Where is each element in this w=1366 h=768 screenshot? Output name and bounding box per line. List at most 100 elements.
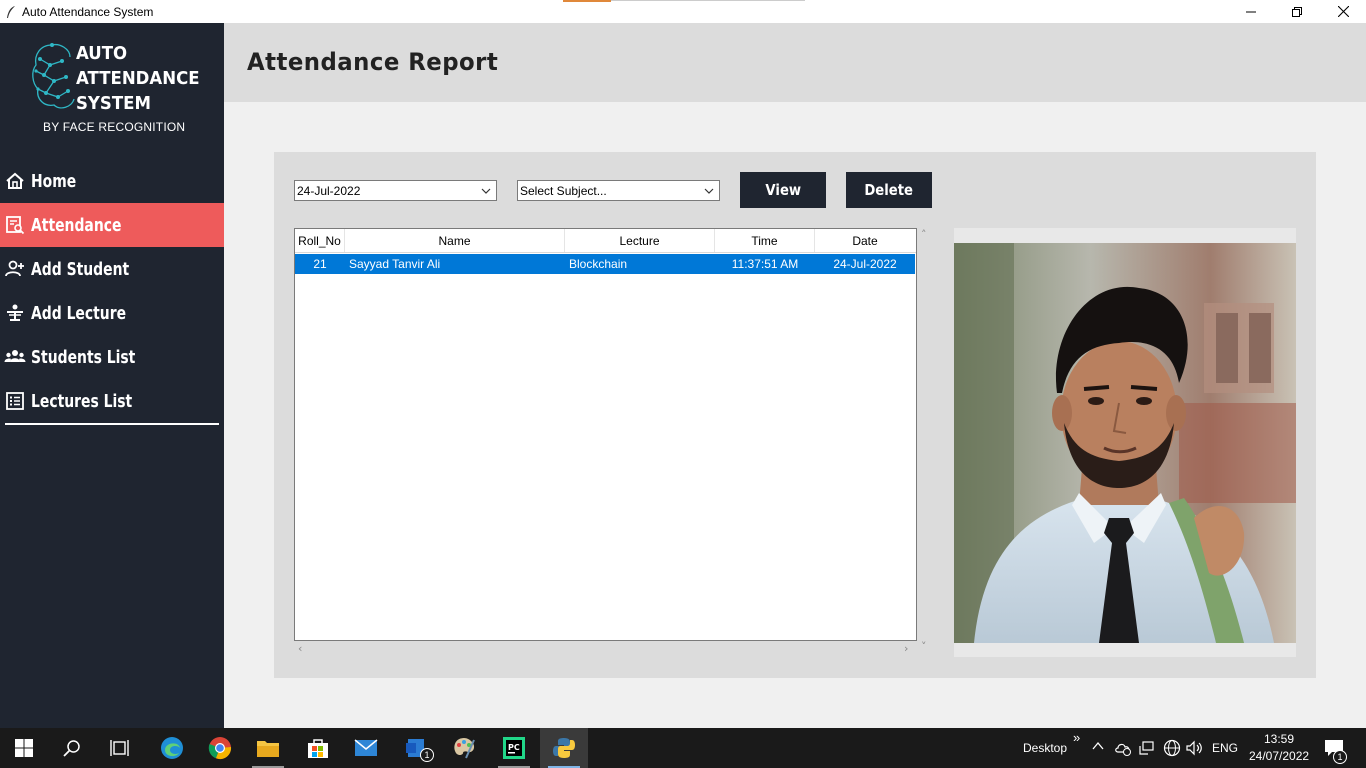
brain-network-icon <box>32 43 75 109</box>
close-button[interactable] <box>1320 0 1366 23</box>
sidebar-item-lectures-list[interactable]: Lectures List <box>0 379 224 423</box>
cell-time: 11:37:51 AM <box>731 257 799 271</box>
task-view-button[interactable] <box>96 728 144 768</box>
delete-button-label: Delete <box>864 181 914 199</box>
sidebar-item-label: Students List <box>31 346 136 368</box>
toolbar-overflow-icon[interactable]: » <box>1073 730 1080 745</box>
app-logo: AUTO ATTENDANCE SYSTEM BY FACE RECOGNITI… <box>28 39 200 135</box>
start-button[interactable] <box>0 728 48 768</box>
lecture-icon <box>4 302 26 324</box>
date-select[interactable]: 24-Jul-2022 <box>294 180 497 201</box>
sidebar-nav: Home Attendance Add Student Add Lecture … <box>0 159 224 423</box>
volume-icon[interactable] <box>1186 740 1204 759</box>
table-row[interactable]: 21 Sayyad Tanvir Ali Blockchain 11:37:51… <box>295 254 915 274</box>
taskbar-app-office[interactable]: 1 <box>392 728 440 768</box>
sidebar-item-label: Add Lecture <box>31 302 127 324</box>
taskbar-app-file-explorer[interactable] <box>244 728 292 768</box>
minimize-button[interactable] <box>1228 0 1274 23</box>
group-icon <box>4 346 26 368</box>
scroll-left-icon[interactable]: ‹ <box>298 642 302 655</box>
add-user-icon <box>4 258 26 280</box>
restore-icon <box>1292 6 1302 17</box>
logo-line-3: SYSTEM <box>76 93 151 114</box>
scroll-right-icon[interactable]: › <box>904 642 908 655</box>
sidebar-item-label: Add Student <box>31 258 130 280</box>
network-wired-icon[interactable] <box>1139 740 1155 759</box>
sidebar-item-add-student[interactable]: Add Student <box>0 247 224 291</box>
clock-date[interactable]: 24/07/2022 <box>1249 749 1309 763</box>
sidebar-item-label: Home <box>31 170 77 192</box>
cell-date: 24-Jul-2022 <box>833 257 897 271</box>
close-icon <box>1337 6 1349 17</box>
titlebar-accent-line <box>611 0 805 1</box>
sidebar-item-add-lecture[interactable]: Add Lecture <box>0 291 224 335</box>
taskbar-app-python[interactable] <box>540 728 588 768</box>
palette-icon <box>454 738 475 759</box>
delete-button[interactable]: Delete <box>846 172 932 208</box>
input-language-indicator[interactable]: ENG <box>1212 741 1238 755</box>
cell-lecture: Blockchain <box>569 257 628 271</box>
search-icon <box>63 740 80 757</box>
view-button[interactable]: View <box>740 172 826 208</box>
student-photo <box>954 243 1296 643</box>
report-search-icon <box>4 214 26 236</box>
title-bar: Auto Attendance System <box>0 0 1366 23</box>
scroll-up-icon[interactable]: ˄ <box>921 228 927 241</box>
globe-network-icon[interactable] <box>1163 739 1181 760</box>
search-button[interactable] <box>48 728 96 768</box>
column-header-lecture[interactable]: Lecture <box>565 229 715 252</box>
taskbar: 1 PC Desktop » ENG 13:59 24/07/2022 1 <box>0 728 1366 768</box>
desktop-toolbar-label[interactable]: Desktop <box>1023 741 1067 755</box>
minimize-icon <box>1246 11 1256 12</box>
taskbar-app-edge[interactable] <box>148 728 196 768</box>
chevron-down-icon <box>704 188 714 194</box>
column-header-time[interactable]: Time <box>715 229 815 252</box>
chrome-icon <box>208 737 232 760</box>
edge-icon <box>161 737 183 759</box>
sidebar-divider <box>5 423 219 425</box>
column-header-name[interactable]: Name <box>345 229 565 252</box>
sidebar-item-students-list[interactable]: Students List <box>0 335 224 379</box>
sidebar-item-home[interactable]: Home <box>0 159 224 203</box>
taskbar-app-mail[interactable] <box>342 728 390 768</box>
taskbar-app-pycharm[interactable]: PC <box>490 728 538 768</box>
taskbar-app-paint[interactable] <box>440 728 488 768</box>
scroll-down-icon[interactable]: ˅ <box>921 640 927 653</box>
page-header: Attendance Report <box>224 23 1366 102</box>
titlebar-accent <box>563 0 611 2</box>
column-header-date[interactable]: Date <box>815 229 915 252</box>
clock-time[interactable]: 13:59 <box>1264 732 1294 746</box>
sidebar-item-label: Lectures List <box>31 390 133 412</box>
sidebar: AUTO ATTENDANCE SYSTEM BY FACE RECOGNITI… <box>0 23 224 728</box>
restore-button[interactable] <box>1274 0 1320 23</box>
logo-subtitle: BY FACE RECOGNITION <box>43 120 186 134</box>
cell-name: Sayyad Tanvir Ali <box>349 257 441 271</box>
column-header-roll-no[interactable]: Roll_No <box>295 229 345 252</box>
logo-line-2: ATTENDANCE <box>76 68 200 89</box>
subject-select-value: Select Subject... <box>520 183 607 198</box>
student-photo-frame <box>954 228 1296 657</box>
cell-roll-no: 21 <box>313 257 327 271</box>
home-icon <box>4 170 26 192</box>
window-controls <box>1228 0 1366 23</box>
taskbar-app-chrome[interactable] <box>196 728 244 768</box>
sidebar-item-label: Attendance <box>31 214 122 236</box>
pycharm-icon: PC <box>503 737 525 759</box>
attendance-table[interactable]: Roll_No Name Lecture Time Date 21 Sayyad… <box>294 228 917 641</box>
onedrive-sync-icon[interactable] <box>1114 740 1132 759</box>
sidebar-item-attendance[interactable]: Attendance <box>0 203 224 247</box>
taskbar-app-store[interactable] <box>294 728 342 768</box>
vertical-scrollbar[interactable]: ˄ ˅ <box>917 228 934 658</box>
report-panel: 24-Jul-2022 Select Subject... View Delet… <box>274 152 1316 678</box>
notification-count-badge: 1 <box>1333 750 1347 764</box>
subject-select[interactable]: Select Subject... <box>517 180 720 201</box>
mail-icon <box>354 739 378 756</box>
view-button-label: View <box>765 181 801 199</box>
chevron-down-icon <box>481 188 491 194</box>
horizontal-scrollbar[interactable]: ‹ › <box>294 641 917 658</box>
tray-chevron-up-icon[interactable] <box>1091 739 1105 756</box>
app-badge: 1 <box>420 748 434 762</box>
date-select-value: 24-Jul-2022 <box>297 183 361 198</box>
python-icon <box>553 738 575 758</box>
feather-icon <box>3 4 19 20</box>
